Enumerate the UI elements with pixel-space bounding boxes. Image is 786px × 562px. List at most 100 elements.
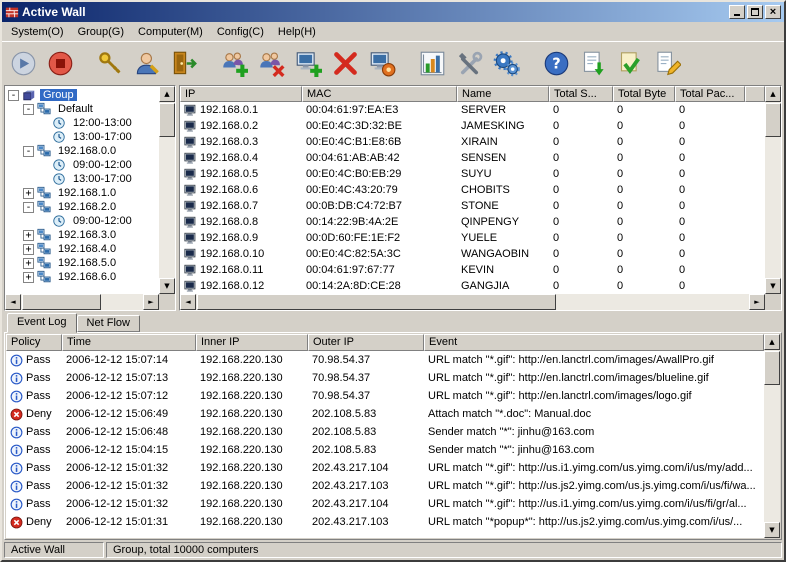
menu-group[interactable]: Group(G) <box>71 24 131 40</box>
column-header-outer-ip[interactable]: Outer IP <box>308 334 424 351</box>
title-bar[interactable]: Active Wall × <box>2 2 784 22</box>
scroll-thumb[interactable] <box>159 103 175 137</box>
tree-expand-icon[interactable]: + <box>23 230 34 241</box>
start-button[interactable] <box>5 45 42 82</box>
computer-row[interactable]: 192.168.0.1200:14:2A:8D:CE:28GANGJIA000 <box>180 278 765 294</box>
tools-button[interactable] <box>451 45 488 82</box>
tree-collapse-icon[interactable]: - <box>8 90 19 101</box>
scroll-track[interactable] <box>765 102 781 278</box>
tree-expand-icon[interactable]: + <box>23 272 34 283</box>
scroll-right-icon[interactable]: ► <box>749 294 765 310</box>
column-header-policy[interactable]: Policy <box>6 334 62 351</box>
tree-item[interactable]: +192.168.4.0 <box>5 242 159 256</box>
event-row[interactable]: Pass2006-12-12 15:01:32192.168.220.13020… <box>6 477 764 495</box>
event-row[interactable]: Pass2006-12-12 15:06:48192.168.220.13020… <box>6 423 764 441</box>
computer-row[interactable]: 192.168.0.700:0B:DB:C4:72:B7STONE000 <box>180 198 765 214</box>
menu-computer[interactable]: Computer(M) <box>131 24 210 40</box>
tree-item[interactable]: 09:00-12:00 <box>5 158 159 172</box>
tree-item[interactable]: +192.168.6.0 <box>5 270 159 284</box>
event-row[interactable]: Deny2006-12-12 15:01:31192.168.220.13020… <box>6 513 764 531</box>
account-button[interactable] <box>129 45 166 82</box>
tree-collapse-icon[interactable]: - <box>23 146 34 157</box>
scroll-track[interactable] <box>196 294 749 310</box>
tree-horizontal-scrollbar[interactable]: ◄► <box>5 294 159 310</box>
tab-net-flow[interactable]: Net Flow <box>77 315 140 332</box>
close-button[interactable]: × <box>765 5 781 19</box>
computer-row[interactable]: 192.168.0.100:04:61:97:EA:E3SERVER000 <box>180 102 765 118</box>
tree-item[interactable]: 13:00-17:00 <box>5 130 159 144</box>
tree-item[interactable]: 09:00-12:00 <box>5 214 159 228</box>
help-button[interactable]: ? <box>538 45 575 82</box>
menu-config[interactable]: Config(C) <box>210 24 271 40</box>
scroll-left-icon[interactable]: ◄ <box>180 294 196 310</box>
scroll-thumb[interactable] <box>22 294 101 310</box>
computer-row[interactable]: 192.168.0.1000:E0:4C:82:5A:3CWANGAOBIN00… <box>180 246 765 262</box>
log-edit-button[interactable] <box>649 45 686 82</box>
tree-expand-icon[interactable]: + <box>23 244 34 255</box>
scroll-down-icon[interactable]: ▼ <box>764 522 780 538</box>
tree-item[interactable]: 13:00-17:00 <box>5 172 159 186</box>
computer-row[interactable]: 192.168.0.1100:04:61:97:67:77KEVIN000 <box>180 262 765 278</box>
tree-item[interactable]: 12:00-13:00 <box>5 116 159 130</box>
event-row[interactable]: Pass2006-12-12 15:01:32192.168.220.13020… <box>6 459 764 477</box>
tree-vertical-scrollbar[interactable]: ▲▼ <box>159 86 175 294</box>
computer-row[interactable]: 192.168.0.900:0D:60:FE:1E:F2YUELE000 <box>180 230 765 246</box>
computer-config-button[interactable] <box>364 45 401 82</box>
minimize-button[interactable] <box>729 5 745 19</box>
column-header-time[interactable]: Time <box>62 334 196 351</box>
event-row[interactable]: Pass2006-12-12 15:07:13192.168.220.13070… <box>6 369 764 387</box>
computer-row[interactable]: 192.168.0.200:E0:4C:3D:32:BEJAMESKING000 <box>180 118 765 134</box>
tree-expand-icon[interactable]: + <box>23 188 34 199</box>
column-header-total-byte[interactable]: Total Byte <box>613 86 675 102</box>
tree-item[interactable]: +192.168.1.0 <box>5 186 159 200</box>
event-row[interactable]: Deny2006-12-12 15:06:49192.168.220.13020… <box>6 405 764 423</box>
computer-row[interactable]: 192.168.0.500:E0:4C:B0:EB:29SUYU000 <box>180 166 765 182</box>
computer-row[interactable]: 192.168.0.300:E0:4C:B1:E8:6BXIRAIN000 <box>180 134 765 150</box>
scroll-right-icon[interactable]: ► <box>143 294 159 310</box>
column-header-mac[interactable]: MAC <box>302 86 457 102</box>
scroll-left-icon[interactable]: ◄ <box>5 294 21 310</box>
column-header-inner-ip[interactable]: Inner IP <box>196 334 308 351</box>
column-header-event[interactable]: Event <box>424 334 764 351</box>
tree-collapse-icon[interactable]: - <box>23 202 34 213</box>
event-row[interactable]: Pass2006-12-12 15:07:12192.168.220.13070… <box>6 387 764 405</box>
delete-group-button[interactable] <box>253 45 290 82</box>
add-computer-button[interactable] <box>290 45 327 82</box>
scroll-track[interactable] <box>21 294 143 310</box>
event-row[interactable]: Pass2006-12-12 15:04:15192.168.220.13020… <box>6 441 764 459</box>
computer-row[interactable]: 192.168.0.400:04:61:AB:AB:42SENSEN000 <box>180 150 765 166</box>
event-row[interactable]: Pass2006-12-12 15:07:14192.168.220.13070… <box>6 351 764 369</box>
column-header-name[interactable]: Name <box>457 86 549 102</box>
maximize-button[interactable] <box>747 5 763 19</box>
scroll-track[interactable] <box>159 102 175 278</box>
export-button[interactable] <box>575 45 612 82</box>
computer-vertical-scrollbar[interactable]: ▲▼ <box>765 86 781 294</box>
tree-item[interactable]: +192.168.3.0 <box>5 228 159 242</box>
event-vertical-scrollbar[interactable]: ▲▼ <box>764 334 780 538</box>
services-button[interactable] <box>488 45 525 82</box>
statistics-button[interactable] <box>414 45 451 82</box>
scroll-down-icon[interactable]: ▼ <box>765 278 781 294</box>
scroll-thumb[interactable] <box>197 294 556 310</box>
stop-button[interactable] <box>42 45 79 82</box>
delete-computer-button[interactable] <box>327 45 364 82</box>
verify-button[interactable] <box>612 45 649 82</box>
column-header-total-s[interactable]: Total S... <box>549 86 613 102</box>
menu-help[interactable]: Help(H) <box>271 24 323 40</box>
add-group-button[interactable] <box>216 45 253 82</box>
scroll-track[interactable] <box>764 350 780 522</box>
scroll-up-icon[interactable]: ▲ <box>764 334 780 350</box>
event-row[interactable]: Pass2006-12-12 15:01:32192.168.220.13020… <box>6 495 764 513</box>
scroll-thumb[interactable] <box>765 103 781 137</box>
tree-item[interactable]: -Group <box>5 88 159 102</box>
menu-system[interactable]: System(O) <box>4 24 71 40</box>
exit-button[interactable] <box>166 45 203 82</box>
column-header-ip[interactable]: IP <box>180 86 302 102</box>
tree-item[interactable]: -192.168.0.0 <box>5 144 159 158</box>
setup-button[interactable] <box>92 45 129 82</box>
tree-expand-icon[interactable]: + <box>23 258 34 269</box>
scroll-up-icon[interactable]: ▲ <box>159 86 175 102</box>
tree-item[interactable]: -192.168.2.0 <box>5 200 159 214</box>
tab-event-log[interactable]: Event Log <box>7 313 77 333</box>
tree-collapse-icon[interactable]: - <box>23 104 34 115</box>
